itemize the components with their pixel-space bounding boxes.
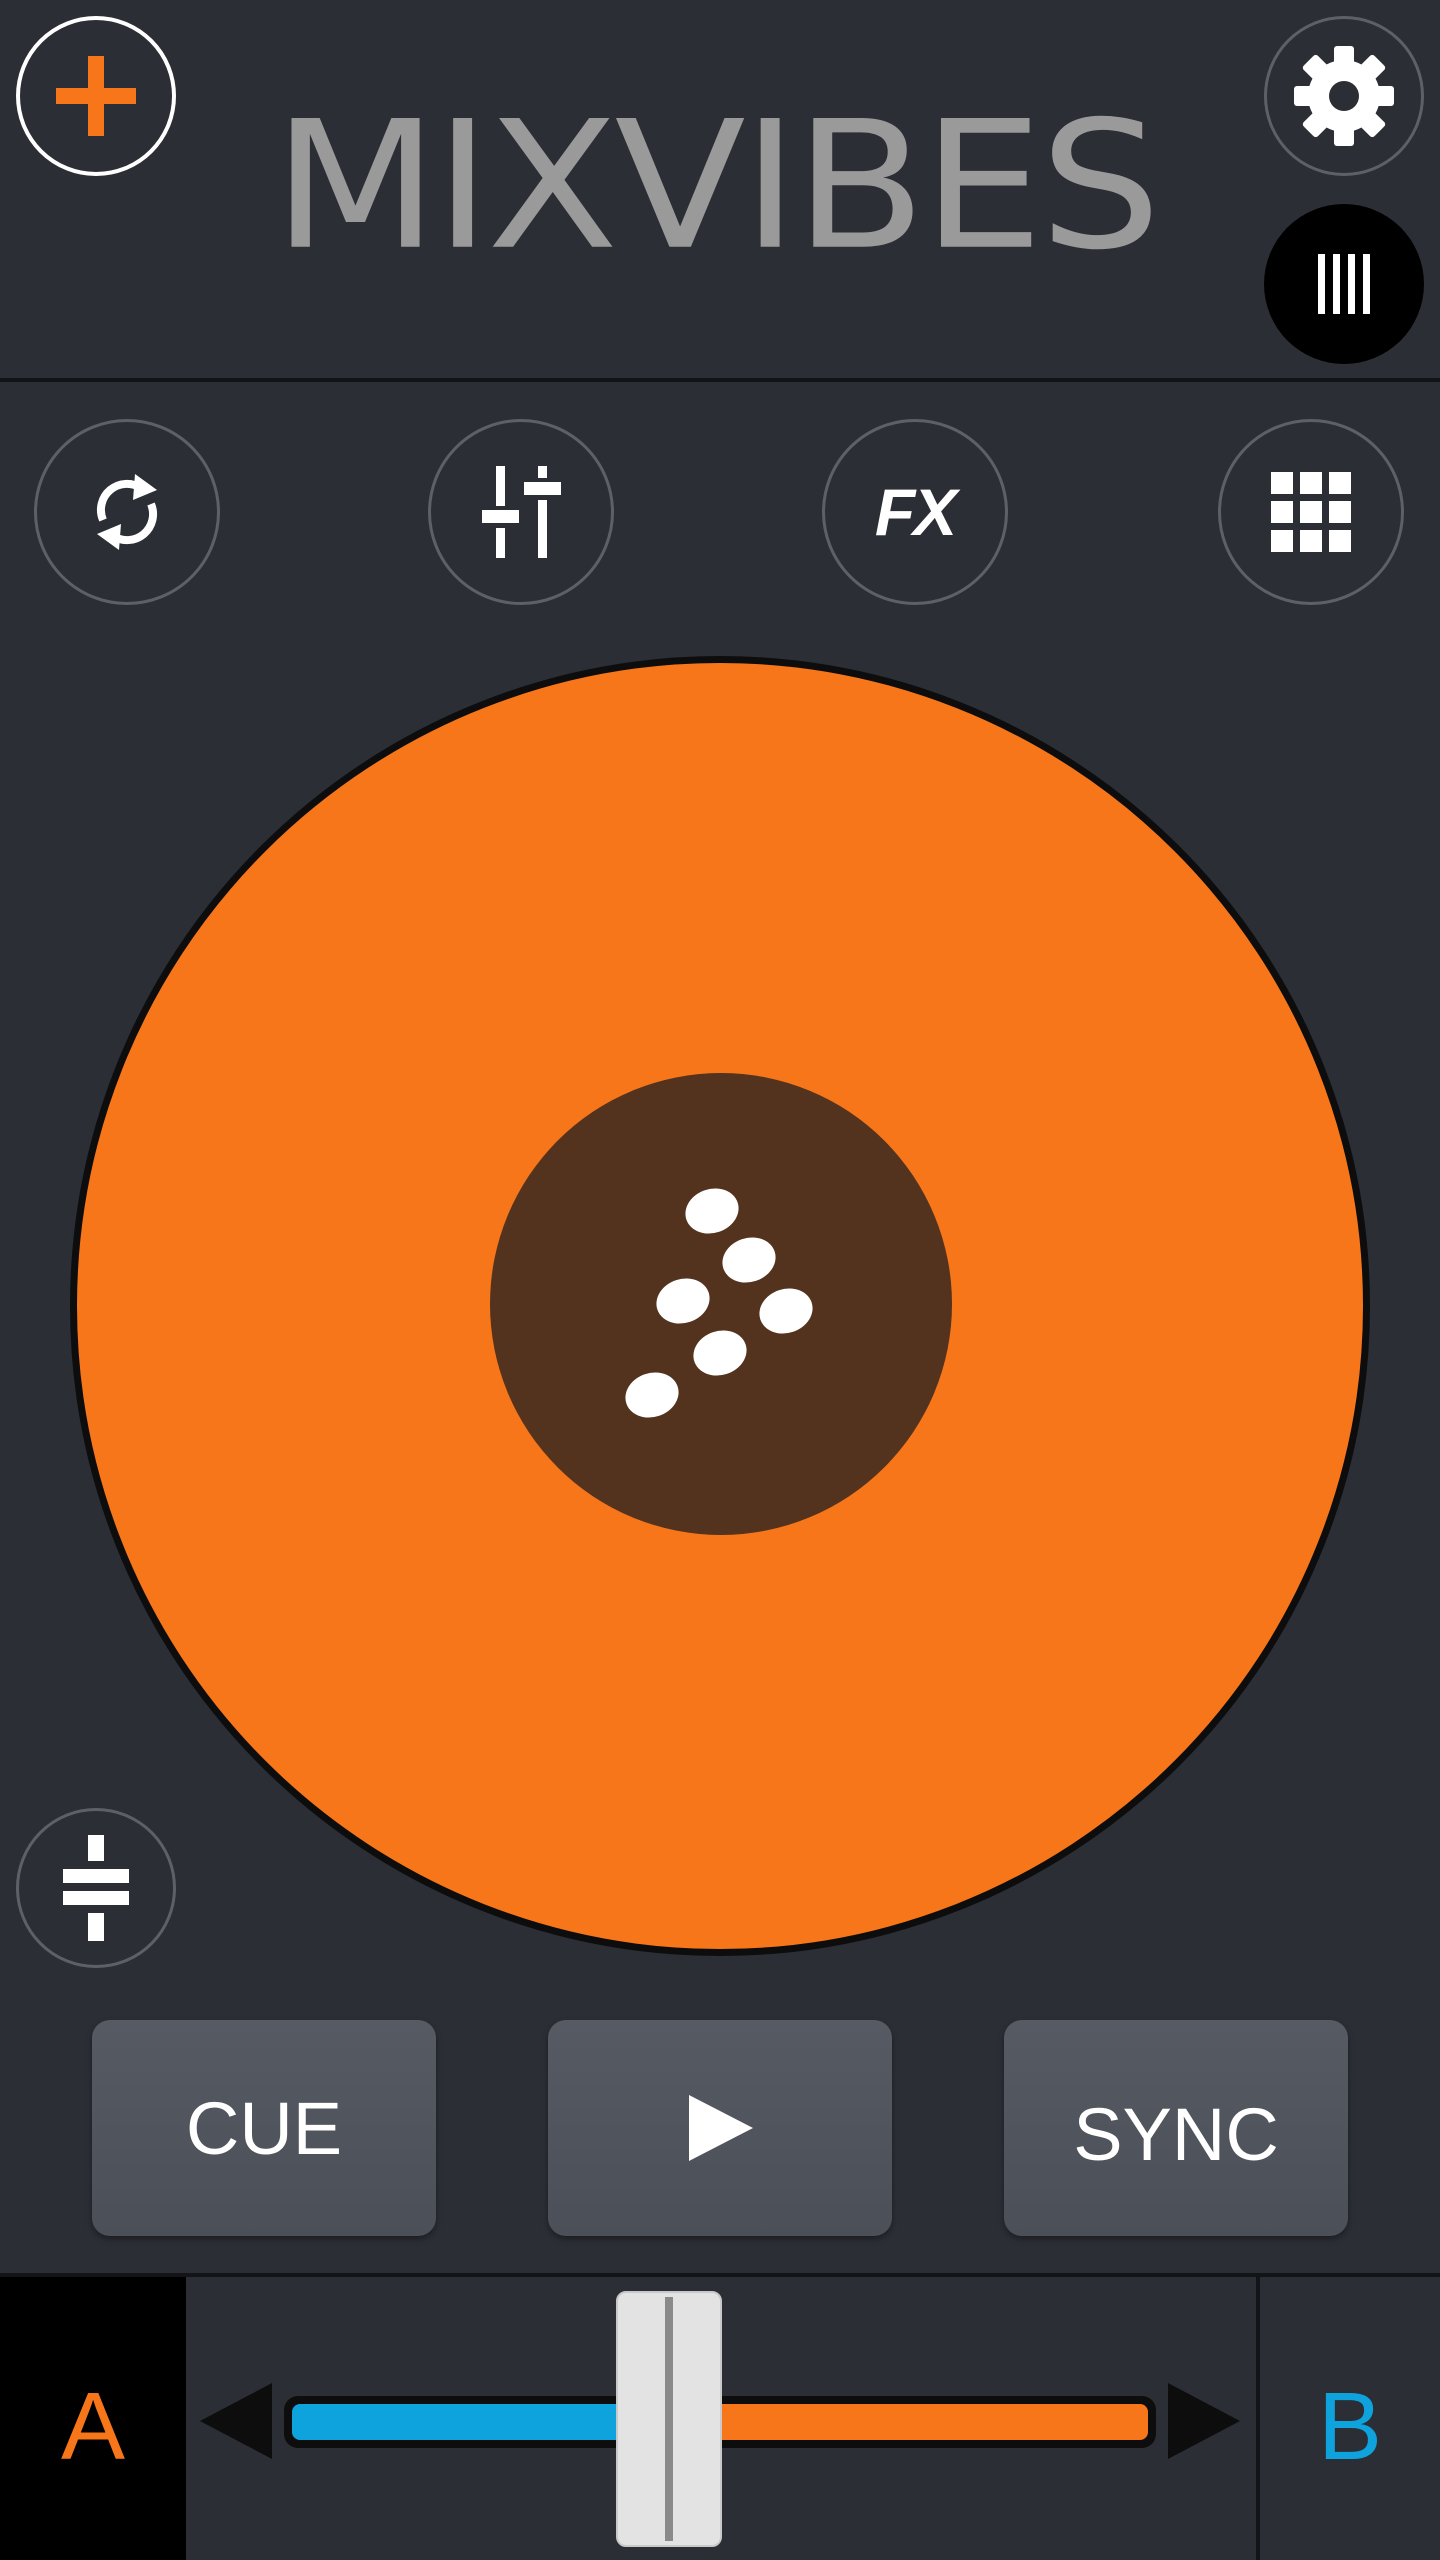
crossfader-knob[interactable] bbox=[615, 2291, 722, 2547]
header: MIXVIBES bbox=[0, 0, 1440, 380]
deck-screen: MIXVIBES FX CUE SYNC A B bbox=[0, 0, 1440, 2560]
crossfader-left-arrow-icon[interactable] bbox=[200, 2383, 272, 2459]
crossfader[interactable] bbox=[186, 2277, 1256, 2560]
library-bars-icon bbox=[1318, 254, 1370, 314]
app-logo: MIXVIBES bbox=[272, 83, 1162, 290]
play-icon bbox=[689, 2095, 753, 2161]
sync-button[interactable]: SYNC bbox=[1004, 2020, 1348, 2236]
play-button[interactable] bbox=[548, 2020, 892, 2236]
mixer-sliders-icon bbox=[482, 466, 561, 558]
loop-button[interactable] bbox=[34, 419, 220, 605]
cue-label: CUE bbox=[185, 2086, 343, 2170]
loop-icon bbox=[97, 474, 157, 550]
deck-a-label: A bbox=[60, 2372, 126, 2480]
pitch-button[interactable] bbox=[16, 1808, 176, 1968]
mixvibes-dots-logo bbox=[625, 1188, 813, 1418]
fx-button[interactable]: FX bbox=[822, 419, 1008, 605]
add-track-button[interactable] bbox=[16, 16, 176, 176]
gear-icon bbox=[1294, 46, 1394, 146]
deck-b-button[interactable]: B bbox=[1256, 2277, 1440, 2560]
pitch-fader-icon bbox=[63, 1835, 129, 1941]
crossfader-track-deck-b bbox=[668, 2404, 1148, 2440]
cue-button[interactable]: CUE bbox=[92, 2020, 436, 2236]
sync-label: SYNC bbox=[1073, 2092, 1279, 2176]
fx-label: FX bbox=[874, 475, 957, 549]
mixer-button[interactable] bbox=[428, 419, 614, 605]
deck-a-button[interactable]: A bbox=[0, 2277, 186, 2560]
deck-b-label: B bbox=[1317, 2372, 1383, 2480]
header-divider bbox=[0, 378, 1440, 382]
crossfader-track-deck-a bbox=[292, 2404, 669, 2440]
library-button[interactable] bbox=[1264, 204, 1424, 364]
grid-pads-icon bbox=[1271, 472, 1351, 552]
settings-button[interactable] bbox=[1264, 16, 1424, 176]
pads-button[interactable] bbox=[1218, 419, 1404, 605]
crossfader-right-arrow-icon[interactable] bbox=[1168, 2383, 1240, 2459]
plus-icon bbox=[56, 56, 136, 136]
